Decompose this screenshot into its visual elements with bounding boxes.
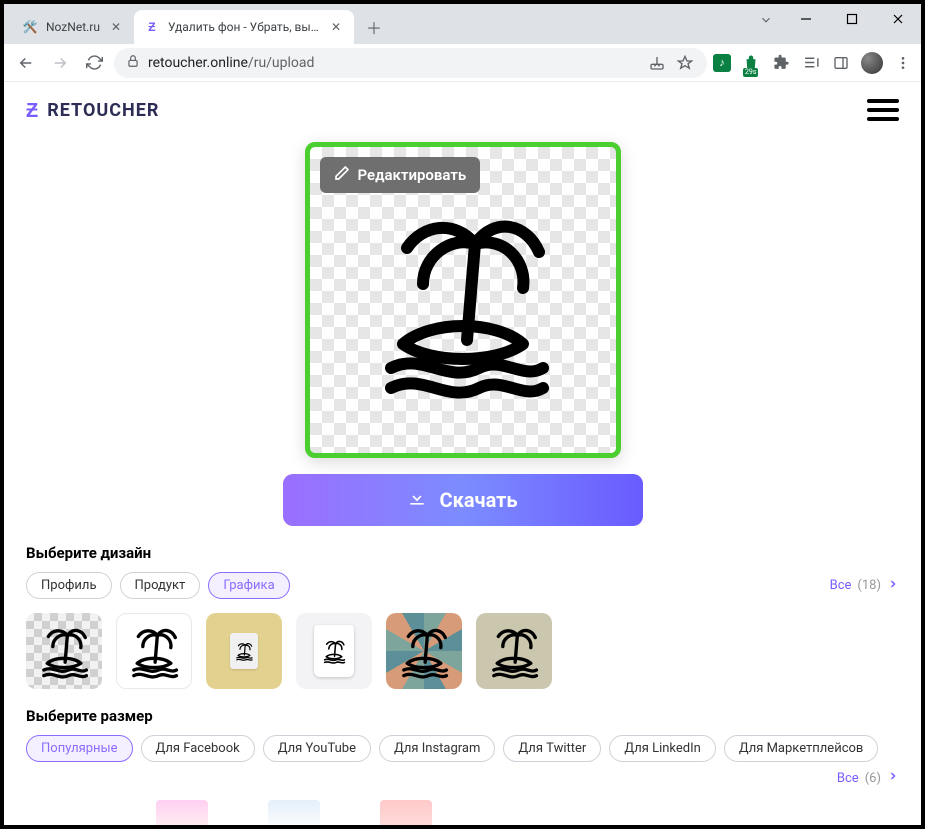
star-icon[interactable] — [675, 53, 695, 73]
all-count: (18) — [857, 578, 881, 593]
extension-badge: 29s — [743, 68, 758, 77]
chip-twitter[interactable]: Для Twitter — [503, 735, 601, 762]
menu-button[interactable] — [867, 99, 899, 121]
design-thumb[interactable] — [116, 613, 192, 689]
bag-extension-icon[interactable]: 29s — [741, 53, 761, 73]
browser-toolbar: retoucher.online/ru/upload ♪ 29s — [4, 44, 921, 82]
maximize-button[interactable] — [829, 4, 875, 34]
design-chip-row: Профиль Продукт Графика Все (18) — [26, 572, 899, 599]
download-icon — [407, 488, 427, 513]
minimize-button[interactable] — [783, 4, 829, 34]
brand-logo[interactable]: Ƶ RETOUCHER — [26, 98, 159, 123]
close-icon[interactable]: ✕ — [108, 19, 124, 35]
all-label: Все — [837, 771, 859, 786]
size-title: Выберите размер — [26, 707, 899, 725]
size-thumb[interactable] — [380, 800, 432, 825]
browser-titlebar: 🛠️ NozNet.ru ✕ Ƶ Удалить фон - Убрать, в… — [4, 4, 921, 44]
design-thumb[interactable] — [476, 613, 552, 689]
chip-instagram[interactable]: Для Instagram — [379, 735, 495, 762]
side-panel-icon[interactable] — [831, 53, 851, 73]
wrench-icon: 🛠️ — [22, 19, 38, 35]
close-window-button[interactable] — [875, 4, 921, 34]
chip-popular[interactable]: Популярные — [26, 735, 133, 762]
window-controls — [783, 4, 921, 34]
design-thumbs — [26, 613, 899, 689]
design-section: Выберите дизайн Профиль Продукт Графика … — [4, 526, 921, 689]
chip-marketplace[interactable]: Для Маркетплейсов — [724, 735, 879, 762]
retoucher-favicon-icon: Ƶ — [144, 19, 160, 35]
size-section: Выберите размер Популярные Для Facebook … — [4, 689, 921, 825]
palm-island-icon — [363, 200, 563, 400]
profile-avatar[interactable] — [861, 52, 883, 74]
chip-youtube[interactable]: Для YouTube — [263, 735, 371, 762]
reading-list-icon[interactable] — [801, 53, 821, 73]
tab-search-icon[interactable] — [759, 12, 773, 31]
design-title: Выберите дизайн — [26, 544, 899, 562]
size-thumbs-partial — [26, 786, 899, 825]
canvas-area: Редактировать Скачать — [4, 138, 921, 526]
pencil-icon — [334, 165, 350, 185]
extension-icons: ♪ 29s — [713, 52, 913, 74]
edit-label: Редактировать — [358, 166, 467, 184]
url-text: retoucher.online/ru/upload — [148, 55, 639, 71]
page-content: Ƶ RETOUCHER Редактировать Скачать Выбери… — [4, 82, 921, 825]
download-button[interactable]: Скачать — [283, 474, 643, 526]
chip-facebook[interactable]: Для Facebook — [141, 735, 255, 762]
edit-button[interactable]: Редактировать — [320, 157, 481, 193]
app-header: Ƶ RETOUCHER — [4, 82, 921, 138]
download-label: Скачать — [439, 488, 517, 512]
chip-product[interactable]: Продукт — [120, 572, 201, 599]
new-tab-button[interactable]: ＋ — [360, 13, 388, 41]
tab-title: NozNet.ru — [46, 20, 100, 34]
back-button[interactable] — [12, 49, 40, 77]
tab-strip: 🛠️ NozNet.ru ✕ Ƶ Удалить фон - Убрать, в… — [12, 10, 913, 44]
size-thumb[interactable] — [156, 800, 208, 825]
tab-noznet[interactable]: 🛠️ NozNet.ru ✕ — [12, 10, 134, 44]
close-icon[interactable]: ✕ — [328, 19, 344, 35]
forward-button[interactable] — [46, 49, 74, 77]
size-all-link[interactable]: Все (6) — [837, 770, 899, 786]
size-chip-row: Популярные Для Facebook Для YouTube Для … — [26, 735, 899, 786]
reload-button[interactable] — [80, 49, 108, 77]
design-thumb[interactable] — [296, 613, 372, 689]
chip-profile[interactable]: Профиль — [26, 572, 112, 599]
all-count: (6) — [865, 771, 881, 786]
chip-linkedin[interactable]: Для LinkedIn — [609, 735, 716, 762]
design-thumb[interactable] — [206, 613, 282, 689]
tab-title: Удалить фон - Убрать, вырезать — [168, 20, 320, 34]
menu-icon[interactable] — [893, 53, 913, 73]
all-label: Все — [830, 578, 852, 593]
lock-icon — [126, 54, 140, 72]
chip-graphics[interactable]: Графика — [208, 572, 289, 599]
size-thumb[interactable] — [268, 800, 320, 825]
image-preview[interactable]: Редактировать — [305, 142, 621, 458]
music-extension-icon[interactable]: ♪ — [713, 54, 731, 72]
address-bar[interactable]: retoucher.online/ru/upload — [114, 48, 707, 78]
brand-name: RETOUCHER — [47, 100, 159, 121]
design-thumb[interactable] — [26, 613, 102, 689]
chevron-right-icon — [887, 770, 899, 786]
chevron-right-icon — [887, 578, 899, 594]
logo-mark-icon: Ƶ — [26, 98, 39, 123]
design-all-link[interactable]: Все (18) — [830, 578, 899, 594]
puzzle-icon[interactable] — [771, 53, 791, 73]
tab-retoucher[interactable]: Ƶ Удалить фон - Убрать, вырезать ✕ — [134, 10, 354, 44]
share-icon[interactable] — [647, 53, 667, 73]
design-thumb[interactable] — [386, 613, 462, 689]
